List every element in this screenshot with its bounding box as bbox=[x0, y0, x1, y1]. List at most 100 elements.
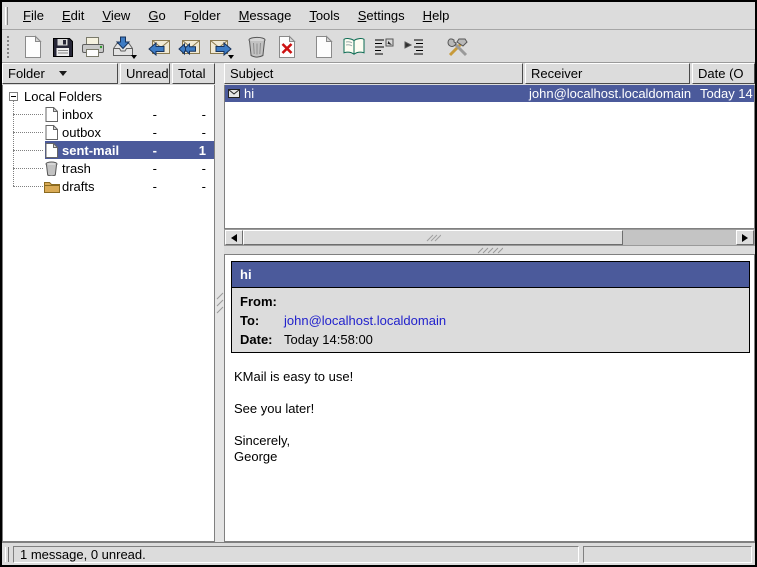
reply-all-button[interactable] bbox=[175, 32, 205, 61]
menu-edit[interactable]: Edit bbox=[53, 5, 93, 26]
main-area: Folder Unread Total Local Folders inbox … bbox=[2, 63, 755, 542]
total-count: - bbox=[169, 161, 214, 176]
address-book-button[interactable] bbox=[339, 32, 369, 61]
print-button[interactable] bbox=[78, 32, 108, 61]
delete-message-icon bbox=[277, 35, 297, 59]
folder-row-sent-mail[interactable]: sent-mail - 1 bbox=[3, 141, 214, 159]
check-mail-button[interactable] bbox=[108, 32, 138, 61]
new-window-icon bbox=[314, 35, 334, 59]
folder-row-local-folders[interactable]: Local Folders bbox=[3, 87, 214, 105]
status-message-panel: 1 message, 0 unread. bbox=[13, 546, 579, 563]
scrollbar-grip-icon bbox=[425, 234, 441, 242]
date-column-header[interactable]: Date (O bbox=[692, 63, 755, 84]
to-address-link[interactable]: john@localhost.localdomain bbox=[284, 312, 446, 329]
menu-file[interactable]: File bbox=[14, 5, 53, 26]
menu-help[interactable]: Help bbox=[414, 5, 459, 26]
folder-icon bbox=[43, 180, 60, 193]
message-date: Today 14 bbox=[693, 86, 754, 101]
message-preview: hi From: To: john@localhost.localdomain … bbox=[224, 254, 755, 542]
tool-bar bbox=[2, 31, 755, 63]
scroll-right-arrow-icon bbox=[742, 234, 748, 242]
delete-message-button[interactable] bbox=[272, 32, 302, 61]
total-count: - bbox=[169, 107, 214, 122]
menu-go[interactable]: Go bbox=[139, 5, 174, 26]
toolbar-grip[interactable] bbox=[7, 36, 11, 58]
forward-dropdown-icon[interactable] bbox=[228, 55, 234, 59]
menubar-grip[interactable] bbox=[5, 7, 8, 25]
document-icon bbox=[43, 125, 60, 140]
unread-count: - bbox=[119, 161, 169, 176]
date-value: Today 14:58:00 bbox=[284, 331, 373, 348]
list-cursor-button[interactable] bbox=[369, 32, 399, 61]
unread-count: - bbox=[119, 179, 169, 194]
print-icon bbox=[81, 36, 105, 58]
new-window-button[interactable] bbox=[309, 32, 339, 61]
trash-icon bbox=[247, 36, 267, 58]
unread-count: - bbox=[119, 143, 169, 158]
vertical-splitter[interactable] bbox=[215, 63, 224, 542]
total-column-header[interactable]: Total bbox=[172, 63, 215, 84]
kmail-window: File Edit View Go Folder Message Tools S… bbox=[0, 0, 757, 567]
horizontal-splitter[interactable] bbox=[224, 246, 755, 254]
scrollbar-track[interactable] bbox=[623, 230, 736, 245]
splitter-grip-icon bbox=[477, 247, 503, 254]
total-count: 1 bbox=[169, 143, 214, 158]
message-row[interactable]: hi john@localhost.localdomain Today 14 bbox=[225, 85, 754, 102]
message-subject: hi bbox=[244, 86, 254, 101]
message-body: KMail is easy to use! See you later! Sin… bbox=[234, 369, 754, 465]
folder-row-trash[interactable]: trash - - bbox=[3, 159, 214, 177]
receiver-column-header[interactable]: Receiver bbox=[525, 63, 690, 84]
save-icon bbox=[52, 36, 74, 58]
from-label: From: bbox=[240, 293, 284, 310]
subject-column-header[interactable]: Subject bbox=[224, 63, 523, 84]
message-pane: Subject Receiver Date (O hi john@localho… bbox=[224, 63, 755, 542]
folder-column-header[interactable]: Folder bbox=[2, 63, 118, 84]
scroll-left-button[interactable] bbox=[225, 230, 243, 245]
total-count: - bbox=[169, 179, 214, 194]
folder-row-inbox[interactable]: inbox - - bbox=[3, 105, 214, 123]
configure-icon bbox=[446, 36, 470, 58]
message-header-box: hi From: To: john@localhost.localdomain … bbox=[231, 261, 750, 353]
check-mail-dropdown-icon[interactable] bbox=[131, 55, 137, 59]
to-label: To: bbox=[240, 312, 284, 329]
folder-pane: Folder Unread Total Local Folders inbox … bbox=[2, 63, 215, 542]
folder-column-headers: Folder Unread Total bbox=[2, 63, 215, 84]
total-count: - bbox=[169, 125, 214, 140]
new-message-button[interactable] bbox=[18, 32, 48, 61]
trash-folder-icon bbox=[43, 161, 60, 176]
statusbar-grip bbox=[5, 547, 9, 562]
menu-tools[interactable]: Tools bbox=[300, 5, 348, 26]
save-button[interactable] bbox=[48, 32, 78, 61]
scroll-right-button[interactable] bbox=[736, 230, 754, 245]
trash-button[interactable] bbox=[242, 32, 272, 61]
unread-count: - bbox=[119, 107, 169, 122]
indent-list-button[interactable] bbox=[399, 32, 429, 61]
unread-column-header[interactable]: Unread bbox=[120, 63, 170, 84]
folder-row-outbox[interactable]: outbox - - bbox=[3, 123, 214, 141]
menu-view[interactable]: View bbox=[93, 5, 139, 26]
scroll-left-arrow-icon bbox=[231, 234, 237, 242]
folder-row-drafts[interactable]: drafts - - bbox=[3, 177, 214, 195]
menu-folder[interactable]: Folder bbox=[175, 5, 230, 26]
status-text: 1 message, 0 unread. bbox=[20, 547, 146, 562]
scrollbar-thumb[interactable] bbox=[243, 230, 623, 245]
forward-button[interactable] bbox=[205, 32, 235, 61]
status-secondary-panel bbox=[583, 546, 752, 563]
horizontal-scrollbar[interactable] bbox=[224, 229, 755, 246]
configure-button[interactable] bbox=[443, 32, 473, 61]
unread-count: - bbox=[119, 125, 169, 140]
menu-message[interactable]: Message bbox=[230, 5, 301, 26]
menu-settings[interactable]: Settings bbox=[349, 5, 414, 26]
tree-collapse-icon[interactable] bbox=[9, 92, 18, 101]
splitter-grip-icon bbox=[216, 291, 224, 317]
date-label: Date: bbox=[240, 331, 284, 348]
folder-tree: Local Folders inbox - - outbox - - bbox=[2, 85, 215, 542]
reply-button[interactable] bbox=[145, 32, 175, 61]
message-receiver: john@localhost.localdomain bbox=[526, 86, 693, 101]
message-title: hi bbox=[232, 262, 749, 288]
document-icon bbox=[43, 107, 60, 122]
reply-all-icon bbox=[178, 36, 202, 58]
message-column-headers: Subject Receiver Date (O bbox=[224, 63, 755, 84]
list-cursor-icon bbox=[373, 37, 395, 57]
message-list: hi john@localhost.localdomain Today 14 bbox=[224, 85, 755, 229]
